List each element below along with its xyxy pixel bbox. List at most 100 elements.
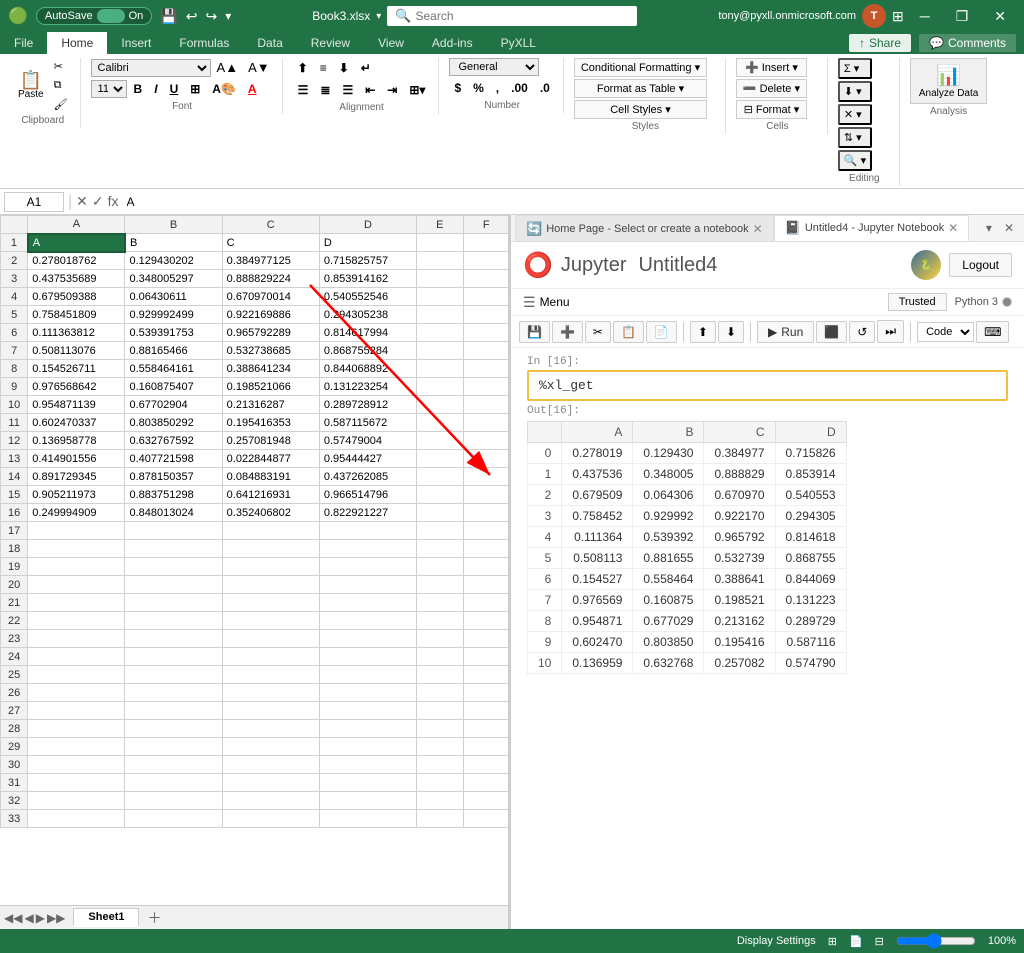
grid-cell[interactable] (222, 648, 319, 666)
grid-cell[interactable]: 0.670970014 (222, 288, 319, 306)
page-layout-icon[interactable]: 📄 (849, 935, 863, 948)
grid-cell[interactable] (319, 540, 416, 558)
autosave-badge[interactable]: AutoSave On (36, 7, 152, 25)
grid-cell[interactable] (222, 774, 319, 792)
insert-button[interactable]: ➕ Insert ▾ (736, 58, 807, 77)
grid-cell[interactable]: 0.814617994 (319, 324, 416, 342)
grid-cell[interactable]: 0.976568642 (28, 378, 125, 396)
grid-cell[interactable] (463, 522, 508, 540)
menu-label[interactable]: Menu (540, 295, 570, 309)
grid-cell[interactable] (319, 756, 416, 774)
conditional-formatting-button[interactable]: Conditional Formatting ▾ (574, 58, 707, 77)
font-grow-button[interactable]: A▲ (213, 58, 243, 77)
grid-cell[interactable]: 0.249994909 (28, 504, 125, 522)
bold-button[interactable]: B (129, 79, 148, 99)
grid-cell[interactable] (417, 612, 463, 630)
grid-cell[interactable] (28, 666, 125, 684)
grid-cell[interactable] (417, 486, 463, 504)
grid-cell[interactable] (463, 540, 508, 558)
grid-cell[interactable] (319, 774, 416, 792)
format-painter-button[interactable]: 🖌 (50, 96, 72, 113)
grid-cell[interactable] (463, 288, 508, 306)
grid-cell[interactable] (28, 612, 125, 630)
font-color-button[interactable]: A (243, 79, 262, 99)
tab-view[interactable]: View (364, 32, 418, 54)
grid-cell[interactable] (28, 756, 125, 774)
grid-cell[interactable] (222, 630, 319, 648)
grid-cell[interactable] (222, 612, 319, 630)
grid-cell[interactable] (463, 414, 508, 432)
grid-cell[interactable]: 0.289728912 (319, 396, 416, 414)
grid-cell[interactable]: 0.022844877 (222, 450, 319, 468)
grid-cell[interactable] (417, 504, 463, 522)
grid-cell[interactable]: 0.540552546 (319, 288, 416, 306)
grid-cell[interactable]: C (222, 234, 319, 252)
grid-cell[interactable] (125, 810, 222, 828)
grid-cell[interactable] (319, 522, 416, 540)
grid-cell[interactable] (463, 396, 508, 414)
grid-cell[interactable]: 0.965792289 (222, 324, 319, 342)
col-header-e[interactable]: E (417, 216, 463, 234)
grid-cell[interactable] (417, 270, 463, 288)
grid-cell[interactable] (222, 540, 319, 558)
jupyter-notebook-name[interactable]: Untitled4 (638, 254, 717, 277)
grid-cell[interactable] (417, 522, 463, 540)
grid-cell[interactable] (417, 252, 463, 270)
zoom-slider[interactable] (896, 933, 976, 949)
increase-decimal-button[interactable]: .00 (506, 78, 533, 98)
grid-cell[interactable] (417, 342, 463, 360)
paste-button[interactable]: 📋 Paste (14, 69, 48, 102)
grid-cell[interactable]: 0.437262085 (319, 468, 416, 486)
grid-cell[interactable] (463, 378, 508, 396)
grid-cell[interactable]: 0.641216931 (222, 486, 319, 504)
jupyter-tab-home-close[interactable]: ✕ (753, 222, 763, 236)
search-bar[interactable]: 🔍 (387, 6, 637, 26)
grid-cell[interactable] (319, 810, 416, 828)
logout-button[interactable]: Logout (949, 253, 1012, 277)
grid-cell[interactable] (319, 648, 416, 666)
grid-cell[interactable] (222, 702, 319, 720)
grid-cell[interactable] (125, 756, 222, 774)
grid-cell[interactable]: 0.602470337 (28, 414, 125, 432)
grid-cell[interactable] (417, 234, 463, 252)
grid-cell[interactable] (125, 774, 222, 792)
grid-cell[interactable] (463, 252, 508, 270)
jupyter-panel-down[interactable]: ▾ (982, 219, 996, 237)
grid-cell[interactable] (417, 792, 463, 810)
grid-cell[interactable]: 0.868755284 (319, 342, 416, 360)
grid-cell[interactable] (417, 396, 463, 414)
grid-cell[interactable] (222, 792, 319, 810)
grid-cell[interactable] (28, 720, 125, 738)
grid-cell[interactable] (417, 288, 463, 306)
grid-cell[interactable] (222, 576, 319, 594)
grid-cell[interactable]: 0.278018762 (28, 252, 125, 270)
autosave-toggle[interactable] (97, 9, 125, 23)
grid-cell[interactable] (463, 774, 508, 792)
grid-cell[interactable] (28, 558, 125, 576)
align-bottom-button[interactable]: ⬇ (334, 58, 354, 78)
grid-cell[interactable]: 0.131223254 (319, 378, 416, 396)
page-break-icon[interactable]: ⊟ (875, 935, 884, 948)
grid-cell[interactable] (463, 306, 508, 324)
grid-cell[interactable] (28, 576, 125, 594)
grid-cell[interactable]: 0.06430611 (125, 288, 222, 306)
sheet-nav-next[interactable]: ▶ (36, 911, 45, 925)
find-select-button[interactable]: 🔍 ▾ (838, 150, 872, 171)
grid-cell[interactable]: 0.966514796 (319, 486, 416, 504)
grid-cell[interactable]: 0.414901556 (28, 450, 125, 468)
grid-cell[interactable] (463, 684, 508, 702)
hamburger-icon[interactable]: ☰ (523, 294, 536, 311)
restart-run-all-button[interactable]: ⏭ (877, 320, 904, 343)
grid-cell[interactable]: 0.853914162 (319, 270, 416, 288)
col-header-a[interactable]: A (28, 216, 125, 234)
grid-cell[interactable] (463, 324, 508, 342)
font-name-select[interactable]: Calibri (91, 59, 211, 77)
grid-cell[interactable] (125, 792, 222, 810)
grid-cell[interactable] (222, 720, 319, 738)
sheet-scroll[interactable]: A B C D E F 1ABCD20.2780187620.129430202… (0, 215, 508, 905)
grid-cell[interactable] (222, 522, 319, 540)
grid-cell[interactable] (417, 540, 463, 558)
run-button[interactable]: ▶ Run (757, 321, 814, 343)
grid-cell[interactable] (125, 558, 222, 576)
grid-cell[interactable] (417, 450, 463, 468)
